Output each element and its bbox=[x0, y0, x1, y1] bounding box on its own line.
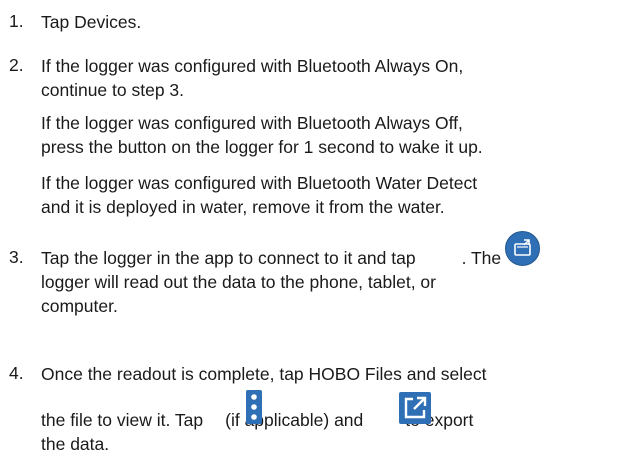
step-text: the data. bbox=[41, 434, 110, 454]
step-number: 2. bbox=[9, 55, 24, 75]
step-number: 3. bbox=[9, 247, 24, 267]
note-text: and it is deployed in water, remove it f… bbox=[41, 197, 445, 217]
step-text: computer. bbox=[41, 296, 118, 316]
step-text: Tap the logger in the app to connect to … bbox=[41, 248, 416, 268]
step-text: . The bbox=[461, 248, 502, 268]
note-text: If the logger was configured with Blueto… bbox=[41, 113, 463, 133]
readout-icon[interactable] bbox=[504, 230, 541, 267]
step-body: Once the readout is complete, tap HOBO F… bbox=[41, 362, 641, 386]
note-text: press the button on the logger for 1 sec… bbox=[41, 137, 483, 157]
kebab-menu-icon[interactable] bbox=[246, 390, 262, 424]
step-number: 4. bbox=[9, 363, 24, 383]
step-text: logger will read out the data to the pho… bbox=[41, 272, 436, 292]
step-note: If the logger was configured with Blueto… bbox=[41, 111, 641, 159]
step-line: Tap the logger in the app to connect to … bbox=[41, 246, 641, 270]
step-text: If the logger was configured with Blueto… bbox=[41, 56, 464, 76]
step-text: Tap Devices. bbox=[41, 12, 142, 32]
step-body: If the logger was configured with Blueto… bbox=[41, 54, 641, 102]
step-body: Tap Devices. bbox=[41, 10, 641, 34]
step-text: the file to view it. Tap bbox=[41, 410, 204, 430]
step-text: continue to step 3. bbox=[41, 80, 185, 100]
instruction-list: 1. Tap Devices. 2. If the logger was con… bbox=[0, 0, 642, 467]
note-text: If the logger was configured with Blueto… bbox=[41, 173, 478, 193]
step-note: If the logger was configured with Blueto… bbox=[41, 171, 641, 219]
step-line: the file to view it. Tap (if applicable) … bbox=[41, 408, 641, 432]
export-icon[interactable] bbox=[399, 392, 431, 424]
step-text: Once the readout is complete, tap HOBO F… bbox=[41, 364, 487, 384]
step-body-line2: the file to view it. Tap (if applicable) … bbox=[41, 408, 641, 456]
step-body: Tap the logger in the app to connect to … bbox=[41, 246, 641, 318]
step-number: 1. bbox=[9, 11, 24, 31]
